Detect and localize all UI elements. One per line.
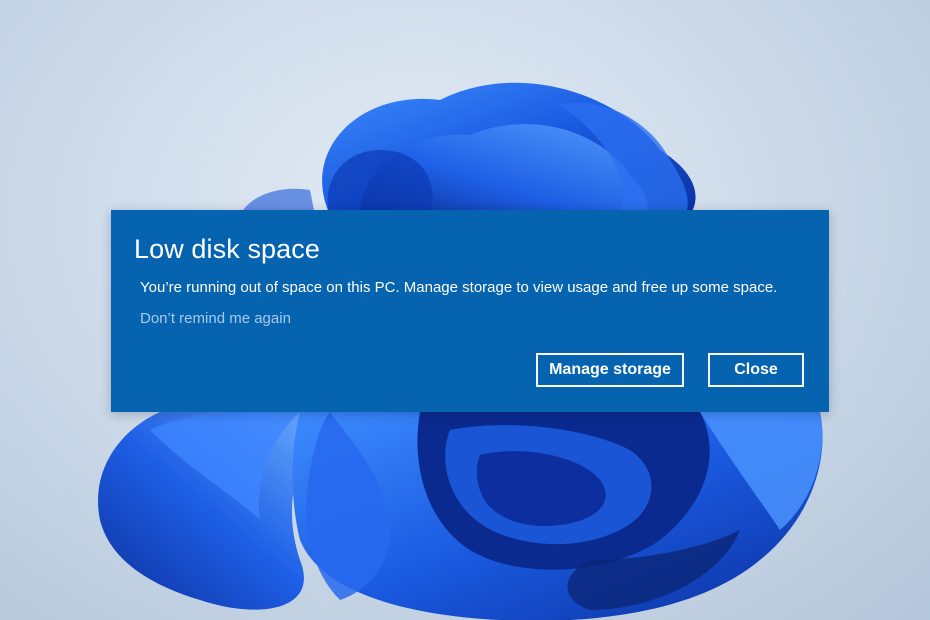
notification-message: You’re running out of space on this PC. … — [140, 279, 778, 296]
close-button[interactable]: Close — [708, 353, 804, 387]
dont-remind-link[interactable]: Don’t remind me again — [140, 310, 291, 327]
manage-storage-button[interactable]: Manage storage — [536, 353, 684, 387]
low-disk-space-notification: Low disk space You’re running out of spa… — [111, 210, 829, 412]
notification-title: Low disk space — [134, 234, 320, 264]
